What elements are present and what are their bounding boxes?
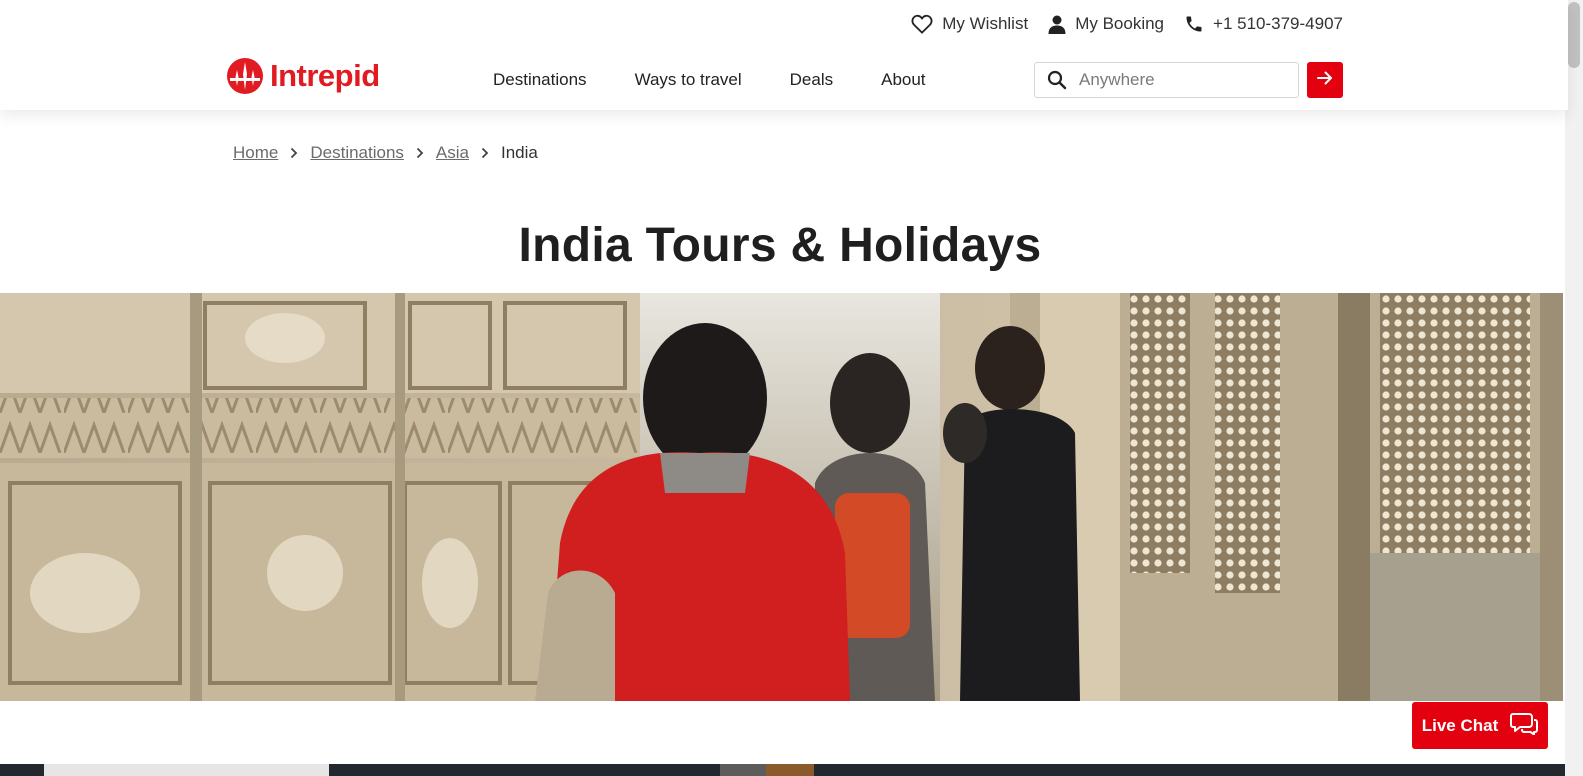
scrollbar-thumb[interactable] <box>1568 2 1580 68</box>
logo-mark-icon <box>226 57 264 95</box>
phone-icon <box>1184 14 1204 34</box>
hero-image <box>0 293 1563 701</box>
hero-photo-illustration <box>0 293 1563 701</box>
page-title: India Tours & Holidays <box>518 219 1042 272</box>
phone-link[interactable]: +1 510-379-4907 <box>1184 14 1343 34</box>
booking-label: My Booking <box>1075 14 1165 33</box>
nav-ways-to-travel[interactable]: Ways to travel <box>635 70 742 90</box>
chevron-right-icon <box>481 147 489 159</box>
live-chat-label: Live Chat <box>1421 715 1499 735</box>
phone-number: +1 510-379-4907 <box>1213 14 1343 33</box>
main-nav: Destinations Ways to travel Deals About <box>493 70 926 90</box>
heart-icon <box>911 14 933 34</box>
page: My Wishlist My Booking +1 510-379-4907 I… <box>0 0 1583 776</box>
page-scrollbar[interactable] <box>1565 0 1583 776</box>
breadcrumb-home[interactable]: Home <box>233 143 278 163</box>
wishlist-link[interactable]: My Wishlist <box>911 14 1028 34</box>
breadcrumb: Home Destinations Asia India <box>233 143 538 163</box>
breadcrumb-asia[interactable]: Asia <box>436 143 469 163</box>
booking-link[interactable]: My Booking <box>1048 14 1164 34</box>
chevron-right-icon <box>290 147 298 159</box>
utility-bar: My Wishlist My Booking +1 510-379-4907 <box>911 14 1343 34</box>
bottom-strip <box>0 764 1565 776</box>
breadcrumb-current: India <box>501 143 538 162</box>
nav-deals[interactable]: Deals <box>790 70 833 90</box>
wishlist-label: My Wishlist <box>942 14 1029 33</box>
breadcrumb-destinations[interactable]: Destinations <box>310 143 404 163</box>
logo-text: Intrepid <box>270 58 380 93</box>
nav-destinations[interactable]: Destinations <box>493 70 587 90</box>
search-box <box>1034 62 1299 98</box>
search-input[interactable] <box>1079 70 1289 90</box>
search-icon <box>1035 70 1079 90</box>
user-icon <box>1048 15 1066 34</box>
live-chat-button[interactable]: Live Chat <box>1412 702 1548 749</box>
arrow-right-icon <box>1316 69 1334 92</box>
search-submit-button[interactable] <box>1307 62 1343 98</box>
chevron-right-icon <box>416 147 424 159</box>
chat-bubble-icon <box>1510 711 1539 740</box>
site-header: My Wishlist My Booking +1 510-379-4907 I… <box>0 0 1568 110</box>
intrepid-logo[interactable]: Intrepid <box>226 57 380 95</box>
nav-about[interactable]: About <box>881 70 925 90</box>
